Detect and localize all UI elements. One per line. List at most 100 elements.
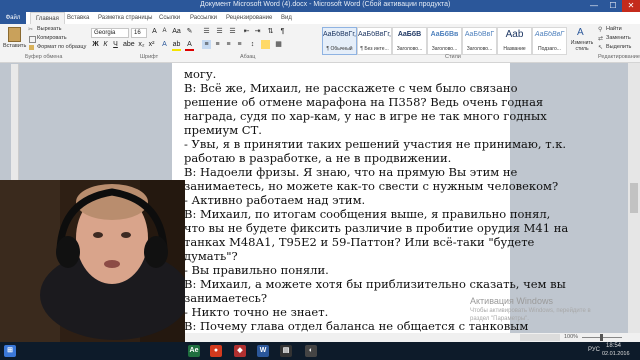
vertical-scrollbar[interactable] xyxy=(628,63,640,333)
style-heading-1[interactable]: AaБбВ Заголово... xyxy=(392,27,427,55)
copy-icon xyxy=(29,36,36,43)
ae-app-icon[interactable]: Ae xyxy=(188,345,200,357)
subscript-icon[interactable]: x₂ xyxy=(137,40,146,49)
style-normal[interactable]: AaБбВвГг, ¶ Обычный xyxy=(322,27,357,55)
change-styles-button[interactable]: A Изменить стиль xyxy=(568,26,596,53)
tab-references[interactable]: Ссылки xyxy=(159,12,180,24)
doc-line: занимаетесь? xyxy=(184,291,268,305)
view-buttons[interactable] xyxy=(520,334,560,341)
minimize-button[interactable]: — xyxy=(585,0,603,12)
word-app-icon[interactable]: W xyxy=(257,345,269,357)
document-page[interactable]: могу. В: Всё же, Михаил, не расскажете с… xyxy=(172,63,568,333)
style-no-spacing[interactable]: AaБбВвГг, ¶ Без инте... xyxy=(357,27,392,55)
doc-line: - Никто точно не знает. xyxy=(184,305,329,319)
style-preview: AaБбВвГ xyxy=(464,31,495,38)
window-title: Документ Microsoft Word (4).docx - Micro… xyxy=(200,1,451,8)
close-button[interactable]: ✕ xyxy=(622,0,640,12)
doc-line: премиум СТ. xyxy=(184,123,262,137)
zoom-slider-thumb[interactable] xyxy=(600,334,603,341)
copy-label: Копировать xyxy=(37,35,67,41)
clear-formatting-icon[interactable]: ✎ xyxy=(185,27,194,36)
sort-icon[interactable]: ⇅ xyxy=(266,27,275,36)
doc-line: думать"? xyxy=(184,249,238,263)
find-label: Найти xyxy=(606,26,622,32)
shrink-font-icon[interactable]: A xyxy=(160,27,169,36)
align-center-icon[interactable]: ≡ xyxy=(213,40,222,49)
cut-button[interactable]: ✂ Вырезать xyxy=(28,26,83,34)
find-button[interactable]: ⚲ Найти xyxy=(598,26,640,34)
tab-insert[interactable]: Вставка xyxy=(67,12,89,24)
tab-mailings[interactable]: Рассылки xyxy=(190,12,217,24)
change-case-icon[interactable]: Aa xyxy=(172,27,181,36)
taskbar: ⊞ Ae ● ◆ W ▤ ◐ РУС 18:54 02.01.2016 xyxy=(0,342,640,360)
start-icon[interactable]: ⊞ xyxy=(4,345,16,357)
clock-time[interactable]: 18:54 xyxy=(606,343,621,349)
style-heading-3[interactable]: AaБбВвГ Заголово... xyxy=(462,27,497,55)
copy-button[interactable]: Копировать xyxy=(28,35,83,43)
shading-icon[interactable] xyxy=(261,40,270,49)
style-name: Заголово... xyxy=(466,46,493,52)
style-heading-2[interactable]: AaБбВв Заголово... xyxy=(427,27,462,55)
maximize-button[interactable]: ☐ xyxy=(604,0,622,12)
doc-line: В: Всё же, Михаил, не расскажете с чем б… xyxy=(184,81,518,95)
align-right-icon[interactable]: ≡ xyxy=(224,40,233,49)
tab-page-layout[interactable]: Разметка страницы xyxy=(98,12,152,24)
multilevel-list-icon[interactable]: ☰ xyxy=(228,27,237,36)
replace-icon: ⇄ xyxy=(598,36,604,42)
decrease-indent-icon[interactable]: ⇤ xyxy=(242,27,251,36)
highlight-icon[interactable]: ab xyxy=(172,40,181,51)
app-icon[interactable]: ◐ xyxy=(305,345,317,357)
language-indicator[interactable]: РУС xyxy=(588,347,600,353)
text-effects-icon[interactable]: A xyxy=(160,40,169,49)
scissors-icon: ✂ xyxy=(28,27,34,33)
clock-date[interactable]: 02.01.2016 xyxy=(602,351,630,357)
change-styles-icon: A xyxy=(577,27,584,38)
format-painter-button[interactable]: Формат по образцу xyxy=(28,44,88,52)
media-app-icon[interactable]: ● xyxy=(210,345,222,357)
tab-review[interactable]: Рецензирование xyxy=(226,12,272,24)
doc-line: занимаетесь, но можете как-то свести с н… xyxy=(184,179,559,193)
paste-button[interactable]: Вставить xyxy=(3,26,26,53)
doc-line: награда, судя по хар-кам, у нас в игре н… xyxy=(184,109,547,123)
numbering-icon[interactable]: ☰ xyxy=(215,27,224,36)
style-subtitle[interactable]: AaБбВвГ Подзаго... xyxy=(532,27,567,55)
style-preview: AaБбВ xyxy=(397,31,422,38)
font-name-select[interactable]: Georgia xyxy=(91,28,129,38)
doc-line: В: Надоели фризы. Я знаю, что на прямую … xyxy=(184,165,518,179)
italic-icon[interactable]: К xyxy=(101,40,110,49)
explorer-app-icon[interactable]: ▤ xyxy=(280,345,292,357)
zoom-slider[interactable] xyxy=(582,334,622,341)
style-preview: AaБбВвГг, xyxy=(323,31,356,38)
style-preview: AaБбВвГ xyxy=(534,31,565,38)
clipboard-group-label: Буфер обмена xyxy=(25,54,63,60)
underline-icon[interactable]: Ч xyxy=(111,40,120,49)
font-color-icon[interactable]: A xyxy=(185,40,194,51)
tab-view[interactable]: Вид xyxy=(281,12,292,24)
style-preview: AaБбВв xyxy=(430,31,459,38)
borders-icon[interactable]: ▦ xyxy=(274,40,283,49)
doc-line: решение об отмене марафона на П358? Ведь… xyxy=(184,95,544,109)
cut-label: Вырезать xyxy=(37,26,62,32)
line-spacing-icon[interactable]: ↕ xyxy=(248,40,257,49)
tab-file[interactable]: Файл xyxy=(0,12,26,24)
show-marks-icon[interactable]: ¶ xyxy=(278,27,287,36)
scroll-thumb[interactable] xyxy=(630,183,638,213)
replace-button[interactable]: ⇄ Заменить xyxy=(598,35,640,43)
justify-icon[interactable]: ≡ xyxy=(235,40,244,49)
activation-watermark-text: Чтобы активировать Windows, перейдите в … xyxy=(470,307,591,323)
font-size-select[interactable]: 16 xyxy=(131,28,147,38)
align-left-icon[interactable]: ≡ xyxy=(202,40,211,49)
clipboard-icon xyxy=(8,27,21,42)
bold-icon[interactable]: Ж xyxy=(91,40,100,49)
strikethrough-icon[interactable]: abe xyxy=(123,40,135,49)
bullets-icon[interactable]: ☰ xyxy=(202,27,211,36)
doc-line: - Вы правильно поняли. xyxy=(184,263,329,277)
style-name: Подзаго... xyxy=(538,46,561,52)
select-button[interactable]: ↖ Выделить xyxy=(598,44,640,52)
browser-app-icon[interactable]: ◆ xyxy=(234,345,246,357)
style-title[interactable]: Aab Название xyxy=(497,27,532,55)
increase-indent-icon[interactable]: ⇥ xyxy=(253,27,262,36)
grow-font-icon[interactable]: A xyxy=(150,27,159,36)
superscript-icon[interactable]: x² xyxy=(147,40,156,49)
zoom-level[interactable]: 100% xyxy=(564,334,578,340)
